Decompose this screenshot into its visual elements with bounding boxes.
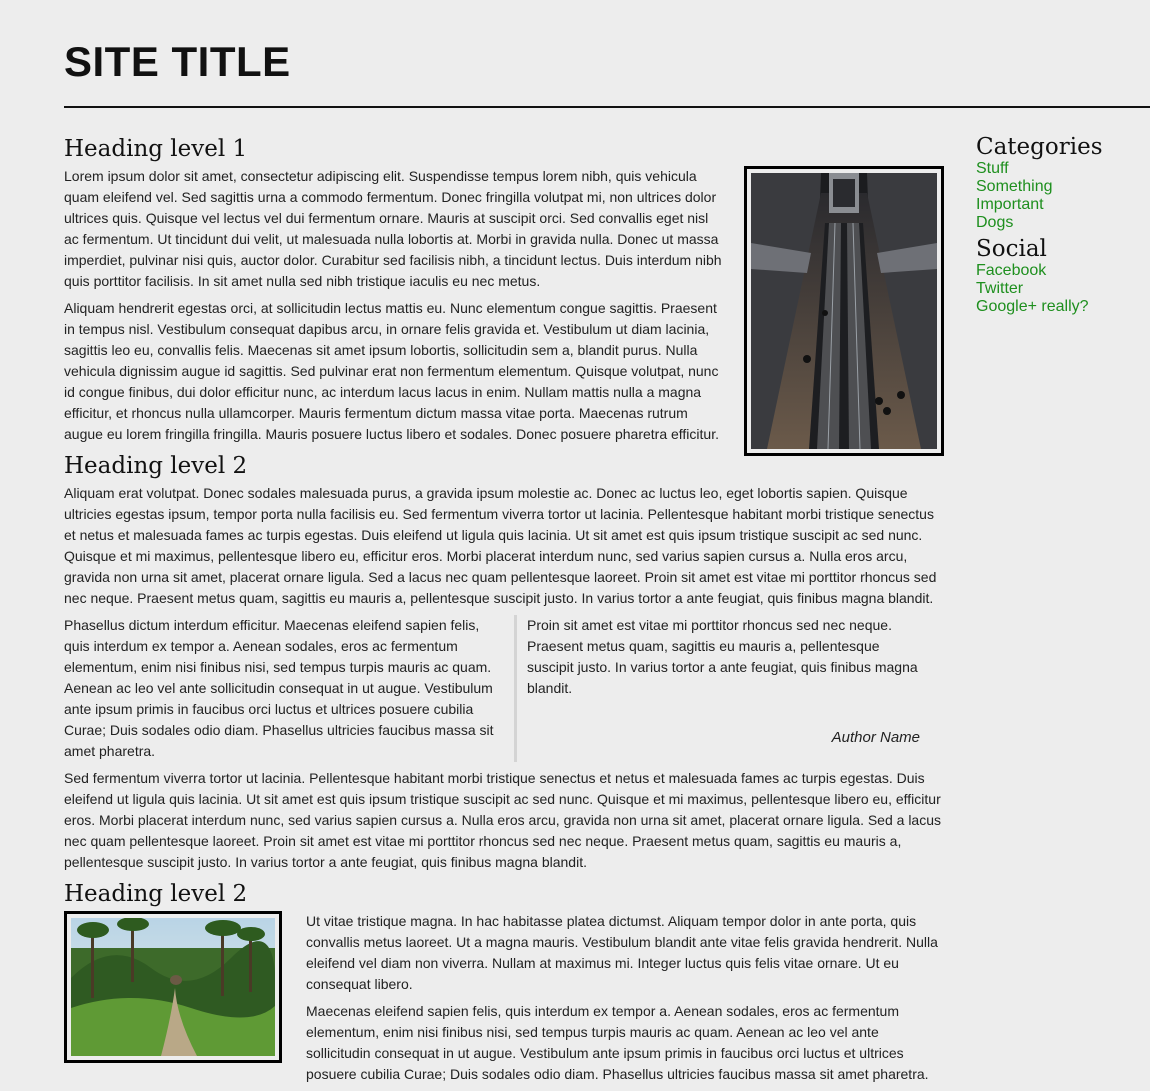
escalator-photo [744,166,944,456]
category-link-stuff[interactable]: Stuff [976,160,1009,177]
social-heading: Social [976,236,1047,262]
section-3: Heading level 2 Ut vitae tristique magna… [64,879,944,1085]
category-link-dogs[interactable]: Dogs [976,214,1013,231]
jungle-photo [64,911,282,1063]
paragraph: Aliquam erat volutpat. Donec sodales mal… [64,485,937,606]
sidebar: Categories Stuff Something Important Dog… [976,130,1146,316]
quote-author: Author Name [831,729,920,746]
category-item-stuff: Stuff [976,160,1146,178]
main-content: Heading level 1 Lorem ipsum dolor sit am… [64,130,944,1091]
social-item-twitter: Twitter [976,280,1146,298]
social-item-googleplus: Google+ really? [976,298,1146,316]
categories-list: Stuff Something Important Dogs [976,160,1146,232]
blockquote: Proin sit amet est vitae mi porttitor rh… [517,615,944,762]
category-item-something: Something [976,178,1146,196]
social-link-twitter[interactable]: Twitter [976,280,1023,297]
social-list: Facebook Twitter Google+ really? [976,262,1146,316]
quote-text: Proin sit amet est vitae mi porttitor rh… [527,617,918,696]
social-link-googleplus[interactable]: Google+ really? [976,298,1089,315]
category-link-important[interactable]: Important [976,196,1044,213]
section-2: Heading level 2 Aliquam erat volutpat. D… [64,451,944,873]
section-1: Heading level 1 Lorem ipsum dolor sit am… [64,134,944,456]
categories-heading: Categories [976,134,1103,160]
site-title: SITE TITLE [64,38,291,85]
heading-level-2: Heading level 2 [64,881,248,907]
category-link-something[interactable]: Something [976,178,1053,195]
escalator-image [751,173,937,450]
two-column-block: Phasellus dictum interdum efficitur. Mae… [64,615,944,762]
left-column: Phasellus dictum interdum efficitur. Mae… [64,615,517,762]
paragraph: Phasellus dictum interdum efficitur. Mae… [64,617,494,759]
category-item-dogs: Dogs [976,214,1146,232]
heading-level-1: Heading level 1 [64,136,248,162]
social-link-facebook[interactable]: Facebook [976,262,1046,279]
category-item-important: Important [976,196,1146,214]
jungle-image [71,917,275,1056]
header-divider [64,106,1150,108]
paragraph: Sed fermentum viverra tortor ut lacinia.… [64,770,942,870]
social-item-facebook: Facebook [976,262,1146,280]
